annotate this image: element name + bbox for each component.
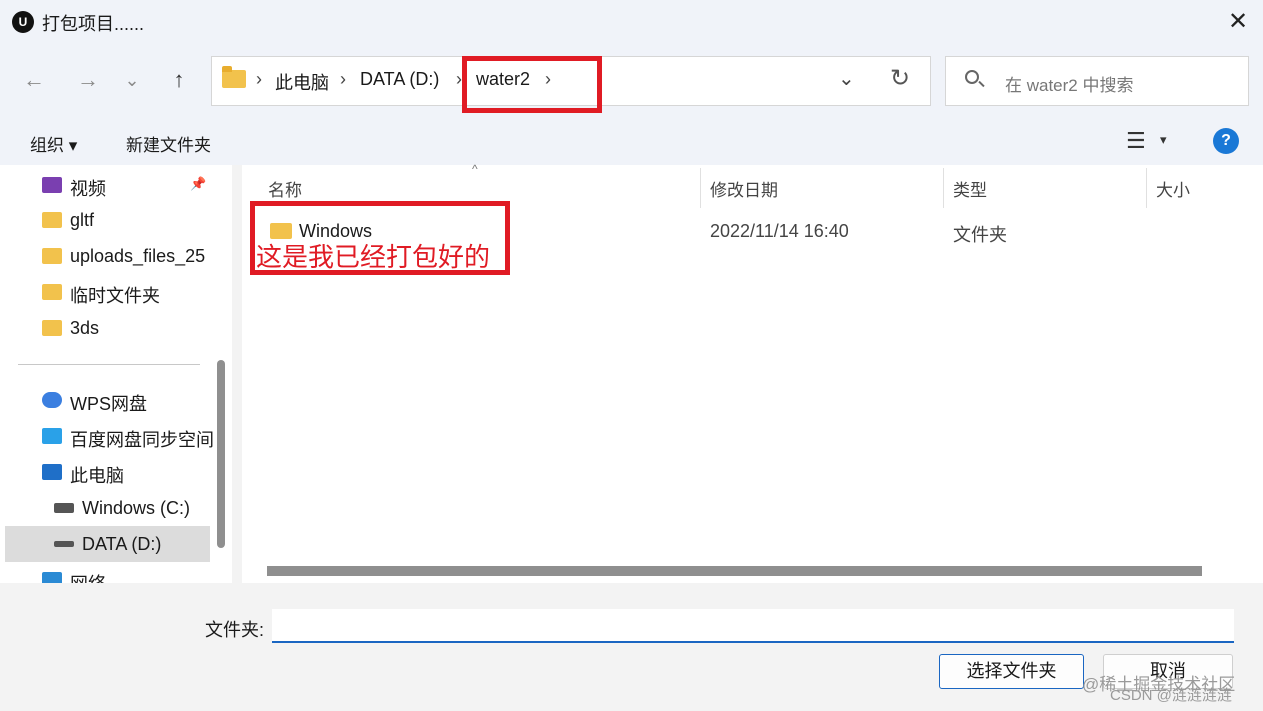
sidebar-item-temp-folder[interactable]: 临时文件夹 <box>0 275 210 309</box>
breadcrumb-separator[interactable]: › <box>256 69 262 90</box>
window-title: 打包项目...... <box>42 14 145 34</box>
search-icon <box>965 70 979 84</box>
address-history-dropdown[interactable]: ⌄ <box>838 66 855 91</box>
file-row-date: 2022/11/14 16:40 <box>710 221 849 241</box>
sidebar-item-label: WPS网盘 <box>70 394 148 414</box>
sidebar-item-this-pc[interactable]: 此电脑 <box>0 455 210 489</box>
help-button[interactable]: ? <box>1213 128 1239 154</box>
up-button[interactable]: ↑ <box>165 66 193 94</box>
network-icon <box>42 572 62 583</box>
sidebar-item-videos[interactable]: 视频 <box>0 168 210 202</box>
video-icon <box>42 177 62 193</box>
breadcrumb-data-drive[interactable]: DATA (D:) <box>360 69 439 90</box>
folder-icon <box>42 284 62 300</box>
horizontal-scrollbar[interactable] <box>267 566 1202 576</box>
drive-icon <box>54 503 74 513</box>
sidebar-item-label: gltf <box>70 210 95 230</box>
view-options-icon[interactable]: ☰ <box>1126 128 1146 154</box>
sidebar-item-label: 3ds <box>70 318 100 338</box>
folder-field-label: 文件夹: <box>205 620 265 640</box>
column-header-size[interactable]: 大小 <box>1156 176 1190 201</box>
sidebar-item-wps-drive[interactable]: WPS网盘 <box>0 383 210 417</box>
sidebar-item-label: 临时文件夹 <box>70 286 160 306</box>
sidebar-item-3ds[interactable]: 3ds <box>0 311 210 345</box>
sidebar-item-data-d[interactable]: DATA (D:) <box>0 527 210 561</box>
search-placeholder[interactable]: 在 water2 中搜索 <box>1005 71 1133 96</box>
column-divider[interactable] <box>1146 168 1147 208</box>
sidebar-item-label: 视频 <box>70 179 106 199</box>
unreal-logo-icon: U <box>12 11 34 33</box>
column-header-type[interactable]: 类型 <box>953 176 987 201</box>
sidebar-item-uploads[interactable]: uploads_files_25 <box>0 239 210 273</box>
back-button[interactable]: ← <box>20 66 48 94</box>
sidebar-item-label: 此电脑 <box>70 466 124 486</box>
watermark-csdn: CSDN @涟涟涟涟 <box>1110 687 1232 704</box>
folder-icon <box>222 66 246 88</box>
folder-icon <box>42 320 62 336</box>
baidu-drive-icon <box>42 428 62 444</box>
sidebar-item-windows-c[interactable]: Windows (C:) <box>0 491 210 525</box>
refresh-button[interactable]: ↻ <box>890 64 910 93</box>
column-divider[interactable] <box>943 168 944 208</box>
column-header-date[interactable]: 修改日期 <box>710 176 778 201</box>
sidebar-item-network[interactable]: 网络 <box>0 563 210 583</box>
pin-icon: 📌 <box>190 176 207 191</box>
annotation-text: 这是我已经打包好的 <box>256 242 491 272</box>
breadcrumb-this-pc[interactable]: 此电脑 <box>275 69 329 95</box>
sort-ascending-icon: ^ <box>472 162 478 176</box>
column-header-name[interactable]: 名称 <box>268 176 302 201</box>
breadcrumb-separator[interactable]: › <box>340 69 346 90</box>
close-button[interactable]: ✕ <box>1222 6 1254 38</box>
column-divider[interactable] <box>700 168 701 208</box>
folder-icon <box>42 212 62 228</box>
sidebar-divider <box>18 364 200 365</box>
forward-button[interactable]: → <box>74 66 102 94</box>
new-folder-button[interactable]: 新建文件夹 <box>126 131 211 156</box>
folder-icon <box>42 248 62 264</box>
recent-locations-button[interactable]: ⌄ <box>118 66 146 94</box>
sidebar-item-label: uploads_files_25 <box>70 246 206 266</box>
sidebar-item-label: DATA (D:) <box>82 534 162 554</box>
cloud-icon <box>42 392 62 408</box>
file-row-type: 文件夹 <box>953 225 1007 245</box>
title-bar <box>0 0 1263 44</box>
folder-input[interactable] <box>272 609 1234 643</box>
sidebar-item-label: 网络 <box>70 570 106 583</box>
sidebar-item-baidu-sync[interactable]: 百度网盘同步空间 <box>0 419 214 453</box>
drive-icon <box>54 541 74 547</box>
sidebar-scrollbar[interactable] <box>217 360 225 548</box>
organize-button[interactable]: 组织 ▾ <box>30 131 77 156</box>
sidebar-item-label: Windows (C:) <box>82 498 191 518</box>
view-options-caret-icon[interactable]: ▾ <box>1160 132 1167 148</box>
computer-icon <box>42 464 62 480</box>
select-folder-button[interactable]: 选择文件夹 <box>939 654 1084 689</box>
sidebar-item-gltf[interactable]: gltf <box>0 203 210 237</box>
annotation-box-address <box>462 56 602 113</box>
sidebar-item-label: 百度网盘同步空间 <box>70 430 214 450</box>
